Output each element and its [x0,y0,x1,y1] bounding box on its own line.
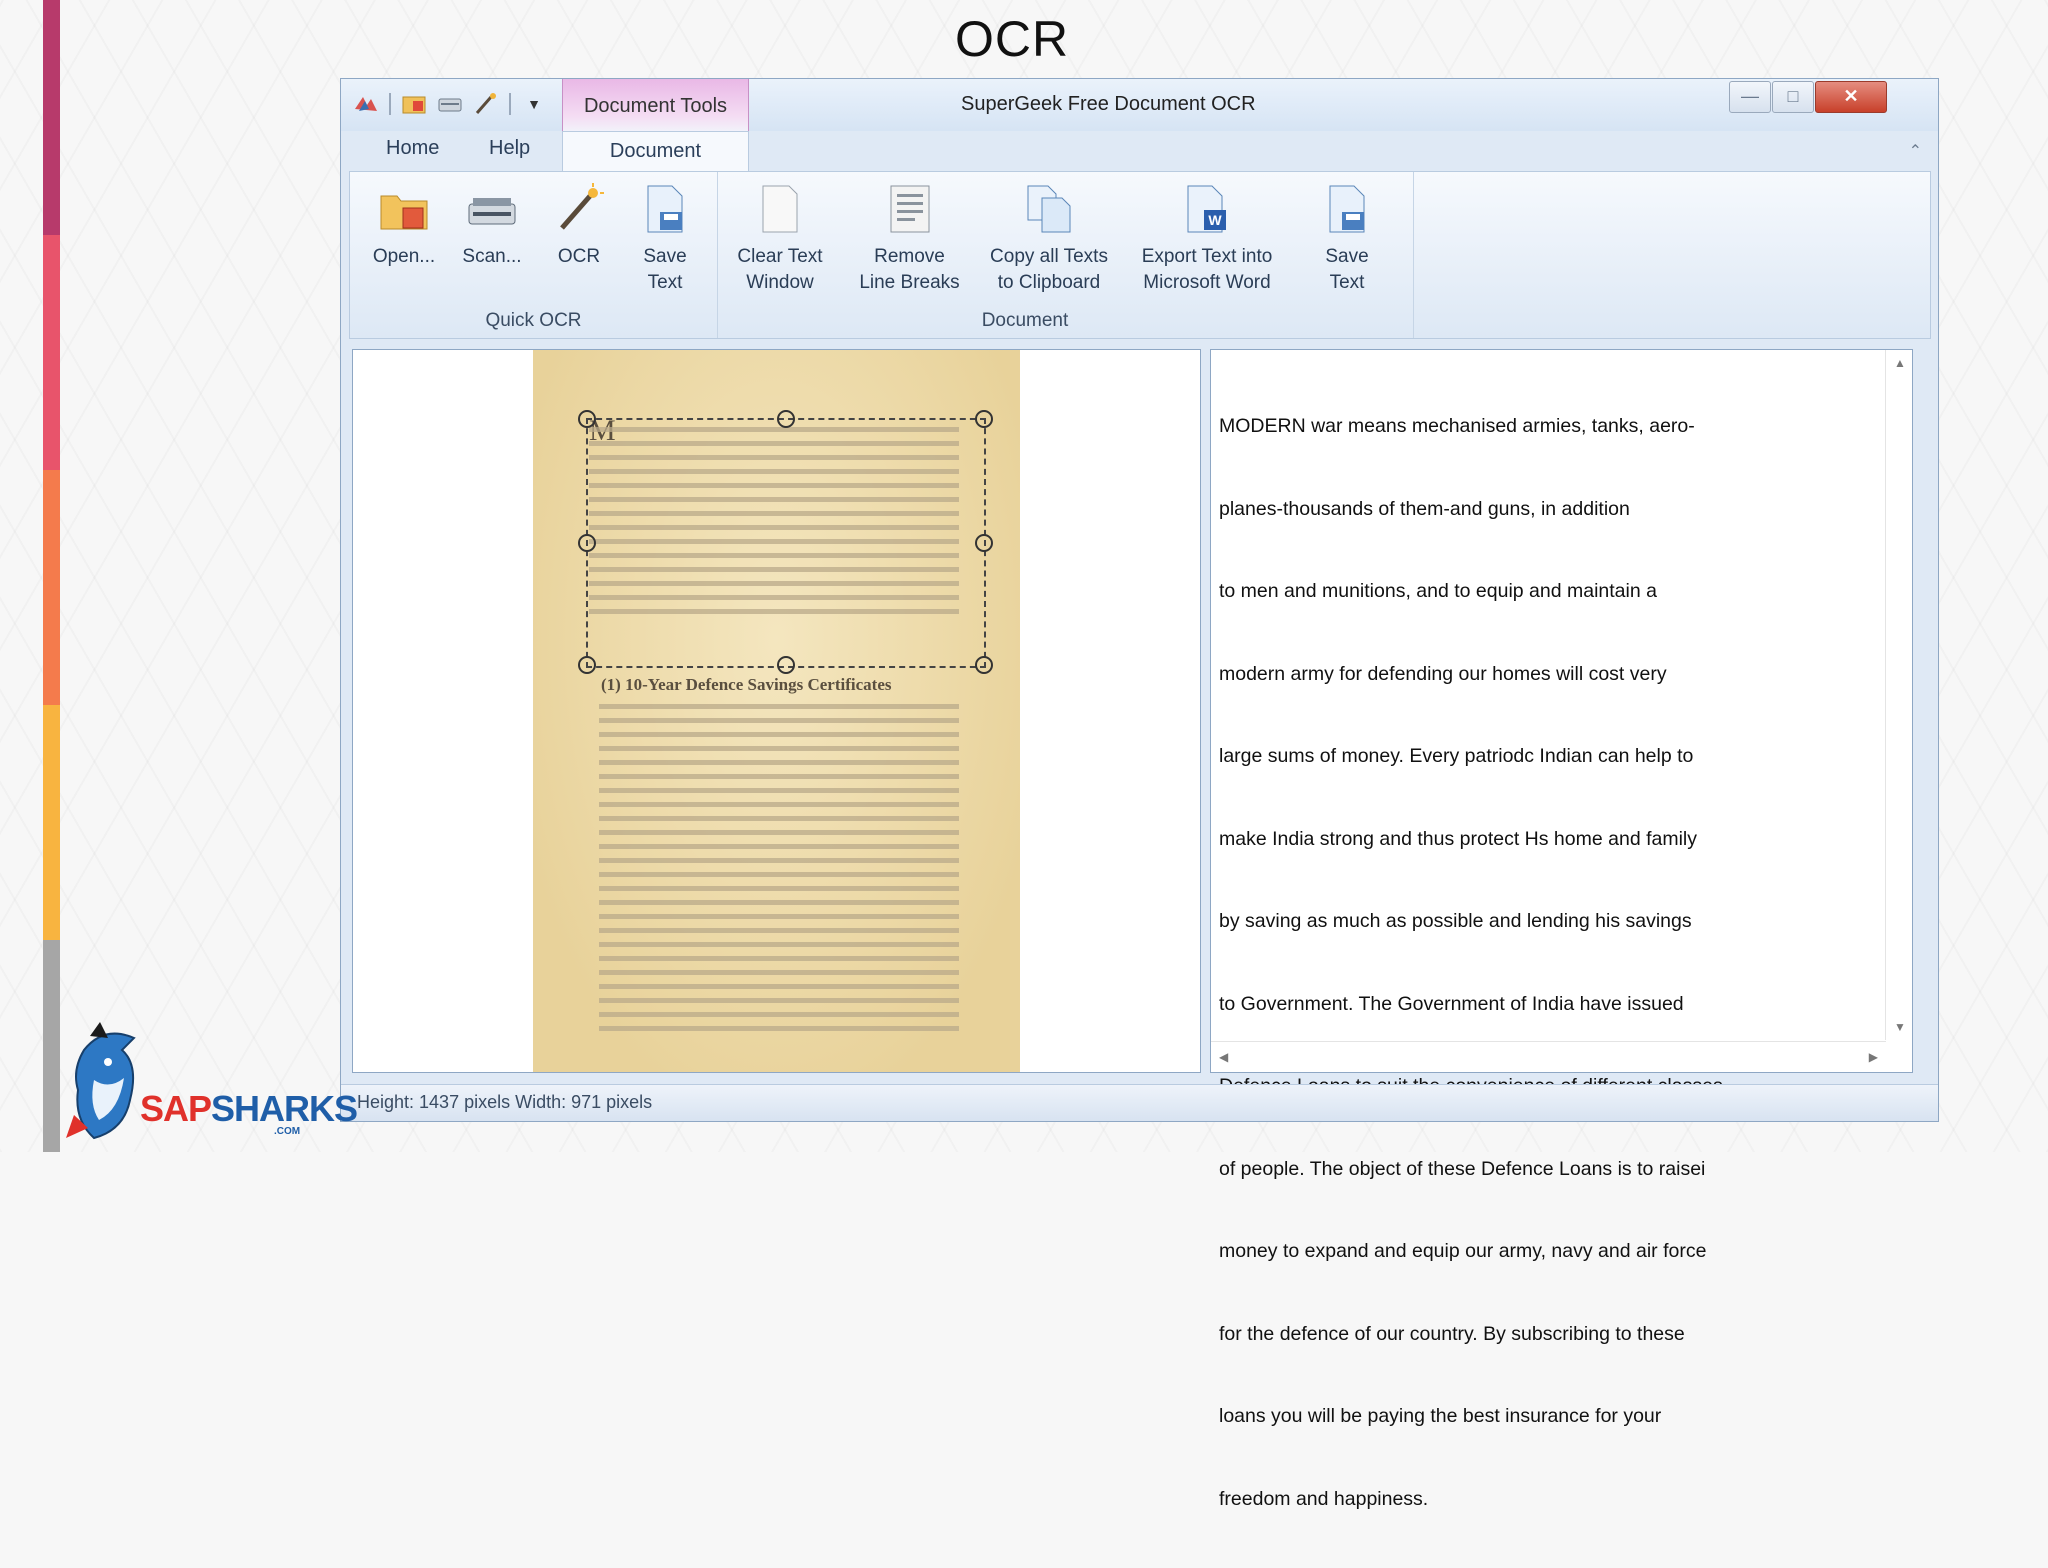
qat-customize-icon[interactable]: ▼ [521,91,547,117]
folder-icon [377,182,431,236]
selection-handle-top-right[interactable] [975,410,993,428]
ocr-button[interactable]: OCR [544,182,614,270]
scroll-up-arrow-icon[interactable]: ▲ [1894,356,1906,370]
image-preview-pane[interactable]: M (1) 10-Year Defence Savings Certificat… [352,349,1201,1073]
ocr-line: to Government. The Government of India h… [1219,992,1684,1015]
blank-page-icon [753,182,807,236]
app-logo-icon[interactable] [353,91,379,117]
quick-access-toolbar: ▼ [353,91,547,117]
ocr-line: by saving as much as possible and lendin… [1219,910,1692,932]
ribbon: Open... Scan... OCR Save Text Quick OCR … [349,171,1931,339]
ocr-line: large sums of money. Every patriodc Indi… [1219,745,1694,767]
selection-handle-bottom[interactable] [777,656,795,674]
remove-line-breaks-label: Remove Line Breaks [859,246,960,293]
document-text-block-2 [599,695,959,1040]
vertical-scrollbar[interactable]: ▲ ▼ [1885,350,1912,1040]
save-text-button-1[interactable]: Save Text [626,182,704,296]
group-quick-ocr: Open... Scan... OCR Save Text Quick OCR [350,172,718,338]
ocr-line: of people. The object of these Defence L… [1219,1157,1706,1180]
document-tools-label: Document Tools [583,95,728,117]
status-bar: Height: 1437 pixels Width: 971 pixels [341,1084,1938,1121]
scroll-down-arrow-icon[interactable]: ▼ [1894,1020,1906,1034]
ocr-line: for the defence of our country. By subsc… [1219,1322,1685,1345]
document-lines-icon [883,182,937,236]
copy-all-texts-button[interactable]: Copy all Texts to Clipboard [979,182,1119,296]
ocr-line: freedom and happiness. [1219,1487,1429,1510]
scan-label: Scan... [462,246,522,267]
scroll-right-arrow-icon[interactable]: ▶ [1869,1050,1878,1064]
remove-line-breaks-button[interactable]: Remove Line Breaks [852,182,967,296]
qat-ocr-icon[interactable] [473,91,499,117]
ocr-text-pane[interactable]: MODERN war means mechanised armies, tank… [1210,349,1913,1510]
tab-document[interactable]: Document [562,131,749,172]
selection-handle-top-left[interactable] [578,410,596,428]
scan-button[interactable]: Scan... [450,182,534,270]
scanner-icon [465,182,519,236]
save-text-icon [1320,182,1374,236]
ocr-line: planes-thousands of them-and guns, in ad… [1219,497,1630,520]
ocr-line: MODERN war means mechanised armies, tank… [1219,415,1695,437]
group-label-document: Document [981,310,1069,331]
qat-scan-icon[interactable] [437,91,463,117]
ribbon-tabs: Home Help Document ⌃ [341,131,1938,172]
copy-pages-icon [1022,182,1076,236]
minimize-button[interactable]: — [1729,81,1771,113]
title-bar: ▼ Document Tools SuperGeek Free Document… [341,79,1938,171]
ocr-line: to men and munitions, and to equip and m… [1219,580,1657,602]
save-text-label-1: Save Text [643,246,687,293]
open-button[interactable]: Open... [364,182,444,270]
qat-open-icon[interactable] [401,91,427,117]
app-window: ▼ Document Tools SuperGeek Free Document… [340,78,1939,1510]
ocr-line: loans you will be paying the best insura… [1219,1405,1662,1427]
accent-segment-4 [43,705,60,940]
qat-separator [389,93,391,115]
close-button[interactable]: ✕ [1815,81,1887,113]
clear-text-window-label: Clear Text Window [737,246,823,293]
group-label-quick-ocr: Quick OCR [485,310,582,331]
tab-home[interactable]: Home [386,137,439,160]
selection-handle-top[interactable] [777,410,795,428]
window-title: SuperGeek Free Document OCR [961,93,1256,115]
export-to-word-label: Export Text into Microsoft Word [1141,246,1273,293]
ocr-line: money to expand and equip our army, navy… [1219,1240,1707,1262]
group-document: Clear Text Window Remove Line Breaks Cop… [717,172,1414,338]
horizontal-scrollbar[interactable]: ◀ ▶ [1211,1041,1886,1072]
export-to-word-button[interactable]: W Export Text into Microsoft Word [1127,182,1287,296]
word-document-icon: W [1180,182,1234,236]
copy-all-texts-label: Copy all Texts to Clipboard [990,246,1108,293]
qat-separator [509,93,511,115]
selection-handle-bottom-right[interactable] [975,656,993,674]
save-text-label-2: Save Text [1325,246,1369,293]
selection-handle-bottom-left[interactable] [578,656,596,674]
accent-segment-5 [43,940,60,1152]
collapse-ribbon-icon[interactable]: ⌃ [1909,141,1922,161]
document-section-heading: (1) 10-Year Defence Savings Certificates [601,675,892,694]
logo-wordmark: SAPSHARKS [140,1088,358,1130]
maximize-button[interactable]: □ [1772,81,1814,113]
selection-handle-left[interactable] [578,534,596,552]
sapsharks-logo: SAPSHARKS .COM [64,1020,358,1145]
accent-segment-2 [43,235,60,470]
accent-segment-3 [43,470,60,705]
ocr-line: modern army for defending our homes will… [1219,662,1667,685]
ocr-result-text[interactable]: MODERN war means mechanised armies, tank… [1219,358,1839,1568]
ocr-label: OCR [557,246,601,267]
scroll-left-arrow-icon[interactable]: ◀ [1219,1050,1228,1064]
save-text-button-2[interactable]: Save Text [1307,182,1387,296]
slide-title: OCR [954,11,1070,67]
ocr-line: make India strong and thus protect Hs ho… [1219,827,1697,850]
logo-sap-text: SAP [140,1088,212,1129]
slide-accent-bar [43,0,60,1152]
svg-text:W: W [1208,212,1222,228]
selection-handle-right[interactable] [975,534,993,552]
open-label: Open... [372,246,436,267]
logo-sharks-text: SHARKS [211,1088,358,1129]
magic-wand-icon [552,182,606,236]
logo-domain-text: .COM [274,1126,301,1137]
clear-text-window-button[interactable]: Clear Text Window [725,182,835,296]
save-text-icon [638,182,692,236]
tab-help[interactable]: Help [489,137,530,160]
status-image-dimensions: Height: 1437 pixels Width: 971 pixels [357,1092,653,1112]
selection-rectangle[interactable] [586,418,986,668]
